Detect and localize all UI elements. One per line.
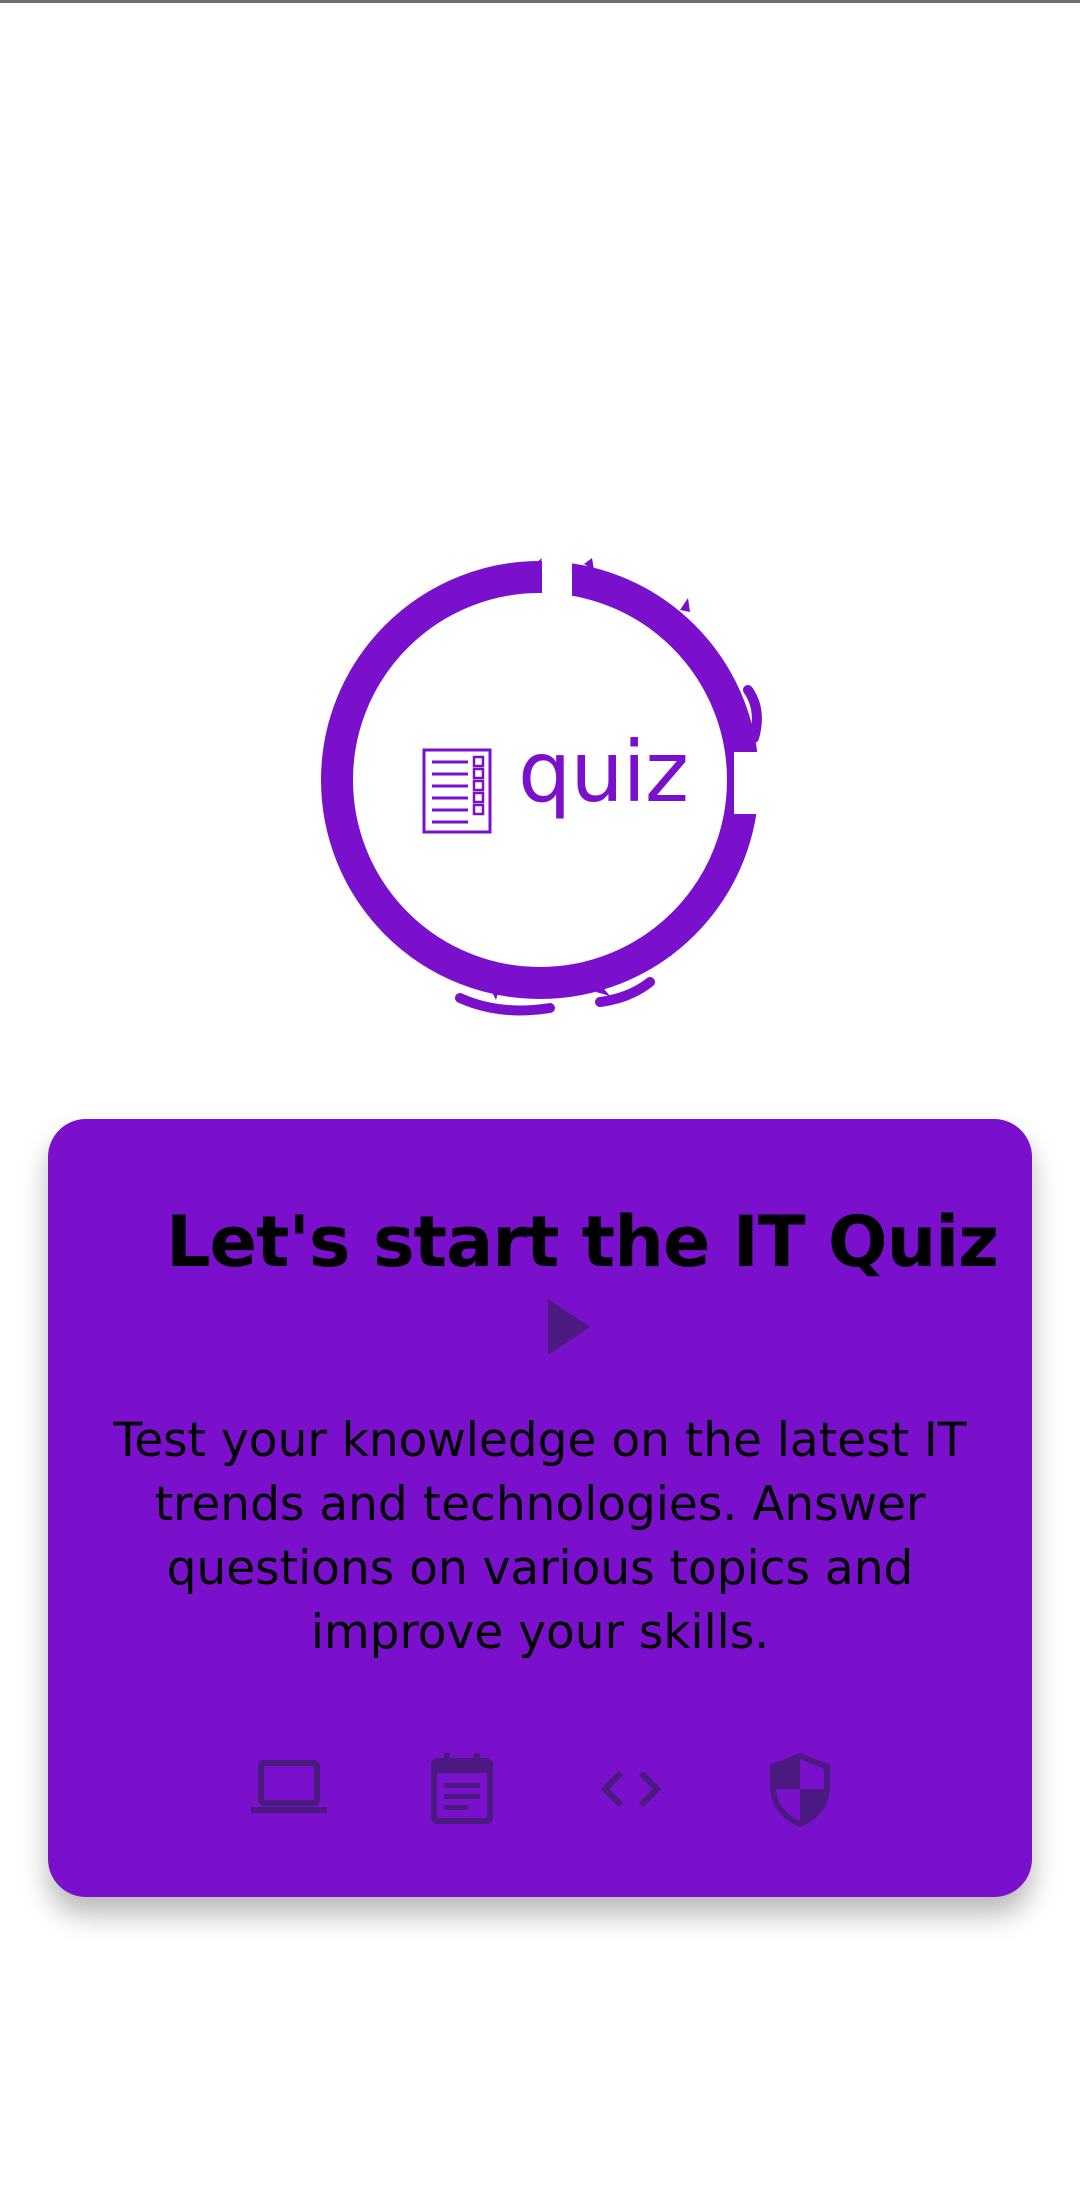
quiz-logo: quiz xyxy=(300,540,780,1020)
start-quiz-card[interactable]: Let's start the IT Quiz Test your knowle… xyxy=(48,1119,1032,1897)
checklist-document-icon xyxy=(422,748,492,834)
card-description: Test your knowledge on the latest IT tre… xyxy=(113,1413,967,1660)
code-icon xyxy=(591,1749,671,1829)
calendar-note-icon xyxy=(422,1749,502,1829)
screen: quiz Let's start the IT Quiz Test your k… xyxy=(0,0,1080,2211)
topic-icon-row xyxy=(48,1749,1032,1829)
logo-text: quiz xyxy=(518,723,689,821)
status-divider xyxy=(0,0,1080,3)
card-title: Let's start the IT Quiz xyxy=(165,1201,999,1283)
play-arrow-icon[interactable] xyxy=(546,1297,592,1357)
laptop-icon xyxy=(249,1749,329,1829)
security-shield-icon xyxy=(760,1749,840,1829)
